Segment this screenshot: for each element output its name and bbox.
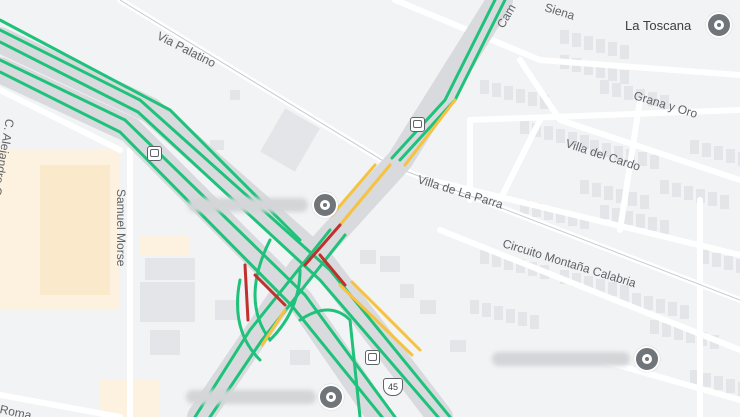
street-label-samuel-morse: Samuel Morse bbox=[114, 189, 128, 267]
place-pin-icon[interactable] bbox=[634, 346, 660, 372]
building-block bbox=[648, 217, 657, 231]
building-block bbox=[494, 306, 503, 320]
building-block bbox=[504, 86, 513, 100]
building-block bbox=[624, 86, 633, 100]
building-block bbox=[572, 33, 581, 47]
building-block bbox=[656, 299, 665, 313]
building-block bbox=[650, 320, 659, 334]
highway-shield-icon: 45 bbox=[383, 378, 403, 396]
building-block bbox=[596, 39, 605, 53]
building-block bbox=[650, 155, 659, 169]
building-block bbox=[736, 259, 740, 273]
building-block bbox=[580, 180, 589, 194]
building-block bbox=[520, 120, 529, 134]
building-block bbox=[714, 146, 723, 160]
building-block bbox=[608, 42, 617, 56]
building-block bbox=[584, 36, 593, 50]
building-block bbox=[612, 83, 621, 97]
building-block bbox=[662, 323, 671, 337]
building-block bbox=[702, 143, 711, 157]
building-block bbox=[620, 45, 629, 59]
place-pin-icon[interactable] bbox=[318, 384, 344, 410]
building-block bbox=[684, 186, 693, 200]
building-block bbox=[702, 373, 711, 387]
building-block bbox=[636, 214, 645, 228]
building-block bbox=[640, 195, 649, 209]
building-block bbox=[690, 140, 699, 154]
building-block bbox=[628, 192, 637, 206]
building-block bbox=[726, 149, 735, 163]
building-block bbox=[708, 192, 717, 206]
education-pin-icon[interactable] bbox=[312, 192, 338, 218]
building-block bbox=[600, 80, 609, 94]
blurred-place-label bbox=[492, 352, 630, 366]
bus-stop-icon[interactable] bbox=[410, 117, 425, 132]
building-block bbox=[560, 30, 569, 44]
building-block bbox=[470, 300, 479, 314]
building-block bbox=[726, 379, 735, 393]
building-block bbox=[556, 129, 565, 143]
building-block bbox=[608, 67, 617, 81]
building-block bbox=[600, 205, 609, 219]
place-pin-icon[interactable] bbox=[706, 12, 732, 38]
building-block bbox=[518, 312, 527, 326]
blurred-place-label bbox=[186, 390, 316, 404]
building-block bbox=[660, 220, 669, 234]
map-canvas[interactable]: Via Palatino Samuel Morse C. Alejandro G… bbox=[0, 0, 740, 417]
building-block bbox=[506, 309, 515, 323]
blurred-place-label bbox=[188, 198, 308, 212]
building-block bbox=[672, 183, 681, 197]
building-block bbox=[668, 302, 677, 316]
bus-stop-icon[interactable] bbox=[365, 350, 380, 365]
bus-stop-icon[interactable] bbox=[147, 146, 162, 161]
building-block bbox=[528, 92, 537, 106]
building-block bbox=[724, 256, 733, 270]
building-block bbox=[604, 186, 613, 200]
building-block bbox=[530, 315, 539, 329]
building-block bbox=[644, 296, 653, 310]
building-block bbox=[680, 305, 689, 319]
place-label-la-toscana[interactable]: La Toscana bbox=[625, 18, 691, 33]
building-block bbox=[592, 183, 601, 197]
building-block bbox=[660, 180, 669, 194]
building-block bbox=[720, 195, 729, 209]
building-block bbox=[480, 80, 489, 94]
building-block bbox=[516, 89, 525, 103]
building-block bbox=[492, 83, 501, 97]
building-block bbox=[482, 303, 491, 317]
building-block bbox=[544, 126, 553, 140]
building-block bbox=[712, 253, 721, 267]
building-block bbox=[620, 70, 629, 84]
building-block bbox=[714, 376, 723, 390]
